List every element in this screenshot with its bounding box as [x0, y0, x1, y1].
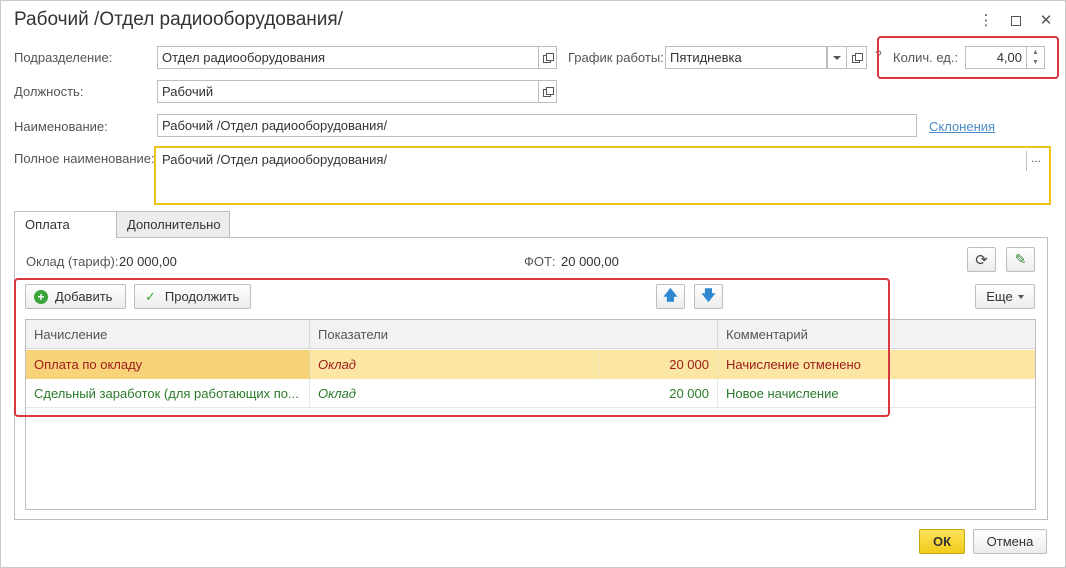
arrow-up-icon: 🡅 [663, 286, 678, 303]
qty-stepper[interactable]: ▲ ▼ [1027, 46, 1045, 69]
continue-button-label: Продолжить [164, 289, 240, 304]
move-down-button[interactable]: 🡇 [694, 284, 723, 309]
cell-accrual: Сдельный заработок (для работающих по... [26, 379, 310, 408]
continue-button[interactable]: ✓ Продолжить [134, 284, 251, 309]
declensions-link[interactable]: Склонения [929, 119, 995, 134]
refresh-icon: ⟳ [975, 251, 988, 269]
dialog-window: Рабочий /Отдел радиооборудования/ ⋮ ✕ По… [0, 0, 1066, 568]
schedule-field[interactable]: Пятидневка [665, 46, 827, 69]
fot-value: 20 000,00 [561, 254, 619, 269]
move-up-button[interactable]: 🡅 [656, 284, 685, 309]
salary-label: Оклад (тариф): [26, 254, 119, 269]
add-button[interactable]: + Добавить [25, 284, 126, 309]
name-label: Наименование: [14, 119, 108, 134]
close-icon[interactable]: ✕ [1037, 11, 1055, 31]
tab-payment[interactable]: Оплата труда [14, 211, 117, 247]
qty-input[interactable]: 4,00 [965, 46, 1027, 69]
schedule-dropdown-button[interactable] [827, 46, 847, 69]
more-button-label: Еще [986, 289, 1013, 304]
schedule-open-button[interactable] [847, 46, 867, 69]
fullname-label: Полное наименование: [14, 151, 155, 166]
chevron-down-icon [1017, 294, 1024, 299]
active-tab-joiner [15, 236, 116, 239]
cell-comment: Новое начисление [726, 386, 839, 401]
name-field[interactable]: Рабочий /Отдел радиооборудования/ [157, 114, 917, 137]
position-field[interactable]: Рабочий [157, 80, 539, 103]
cell-indicator: Оклад [318, 386, 356, 401]
open-icon [543, 87, 554, 97]
checkmark-icon: ✓ [145, 288, 156, 304]
fot-label: ФОТ: [524, 254, 556, 269]
qty-label: Колич. ед.: [893, 50, 959, 65]
cancel-button[interactable]: Отмена [973, 529, 1047, 554]
fullname-textarea[interactable]: Рабочий /Отдел радиооборудования/ ... [154, 146, 1051, 205]
ok-button[interactable]: ОК [919, 529, 965, 554]
add-button-label: Добавить [55, 289, 113, 304]
fullname-text: Рабочий /Отдел радиооборудования/ [162, 152, 388, 167]
open-icon [852, 53, 863, 63]
department-label: Подразделение: [14, 50, 113, 65]
chevron-down-icon [833, 55, 841, 60]
department-open-button[interactable] [539, 46, 557, 69]
position-label: Должность: [14, 84, 84, 99]
stepper-up-icon[interactable]: ▲ [1027, 47, 1044, 58]
column-header-accrual[interactable]: Начисление [26, 320, 310, 349]
more-button[interactable]: Еще [975, 284, 1035, 309]
refresh-button[interactable]: ⟳ [967, 247, 996, 272]
cell-accrual: Оплата по окладу [26, 350, 310, 379]
arrow-down-icon: 🡇 [701, 286, 716, 303]
cell-amount: 20 000 [600, 379, 718, 408]
edit-button[interactable]: ✎ [1006, 247, 1035, 272]
stepper-down-icon[interactable]: ▼ [1027, 58, 1044, 68]
pencil-icon: ✎ [1014, 251, 1027, 267]
tab-additional[interactable]: Дополнительно [116, 211, 230, 238]
schedule-label: График работы: [568, 50, 664, 65]
cell-indicator: Оклад [310, 350, 600, 379]
fullname-edit-button[interactable]: ... [1031, 151, 1041, 165]
table-row[interactable]: Оплата по окладу Оклад 20 000 Начисление… [26, 350, 1035, 379]
cell-comment: Начисление отменено [726, 357, 861, 372]
open-icon [543, 53, 554, 63]
column-header-comment[interactable]: Комментарий [718, 320, 1035, 349]
plus-icon: + [34, 289, 48, 304]
accruals-table: Начисление Показатели Комментарий Оплата… [25, 319, 1036, 510]
field-divider [1026, 151, 1027, 171]
column-header-indicators[interactable]: Показатели [310, 320, 718, 349]
window-title: Рабочий /Отдел радиооборудования/ [14, 9, 343, 30]
maximize-icon[interactable] [1007, 11, 1025, 31]
more-actions-icon[interactable]: ⋮ [977, 11, 995, 31]
department-field[interactable]: Отдел радиооборудования [157, 46, 539, 69]
salary-value: 20 000,00 [119, 254, 177, 269]
table-row[interactable]: Сдельный заработок (для работающих по...… [26, 379, 1035, 408]
position-open-button[interactable] [539, 80, 557, 103]
cell-amount: 20 000 [600, 350, 718, 379]
